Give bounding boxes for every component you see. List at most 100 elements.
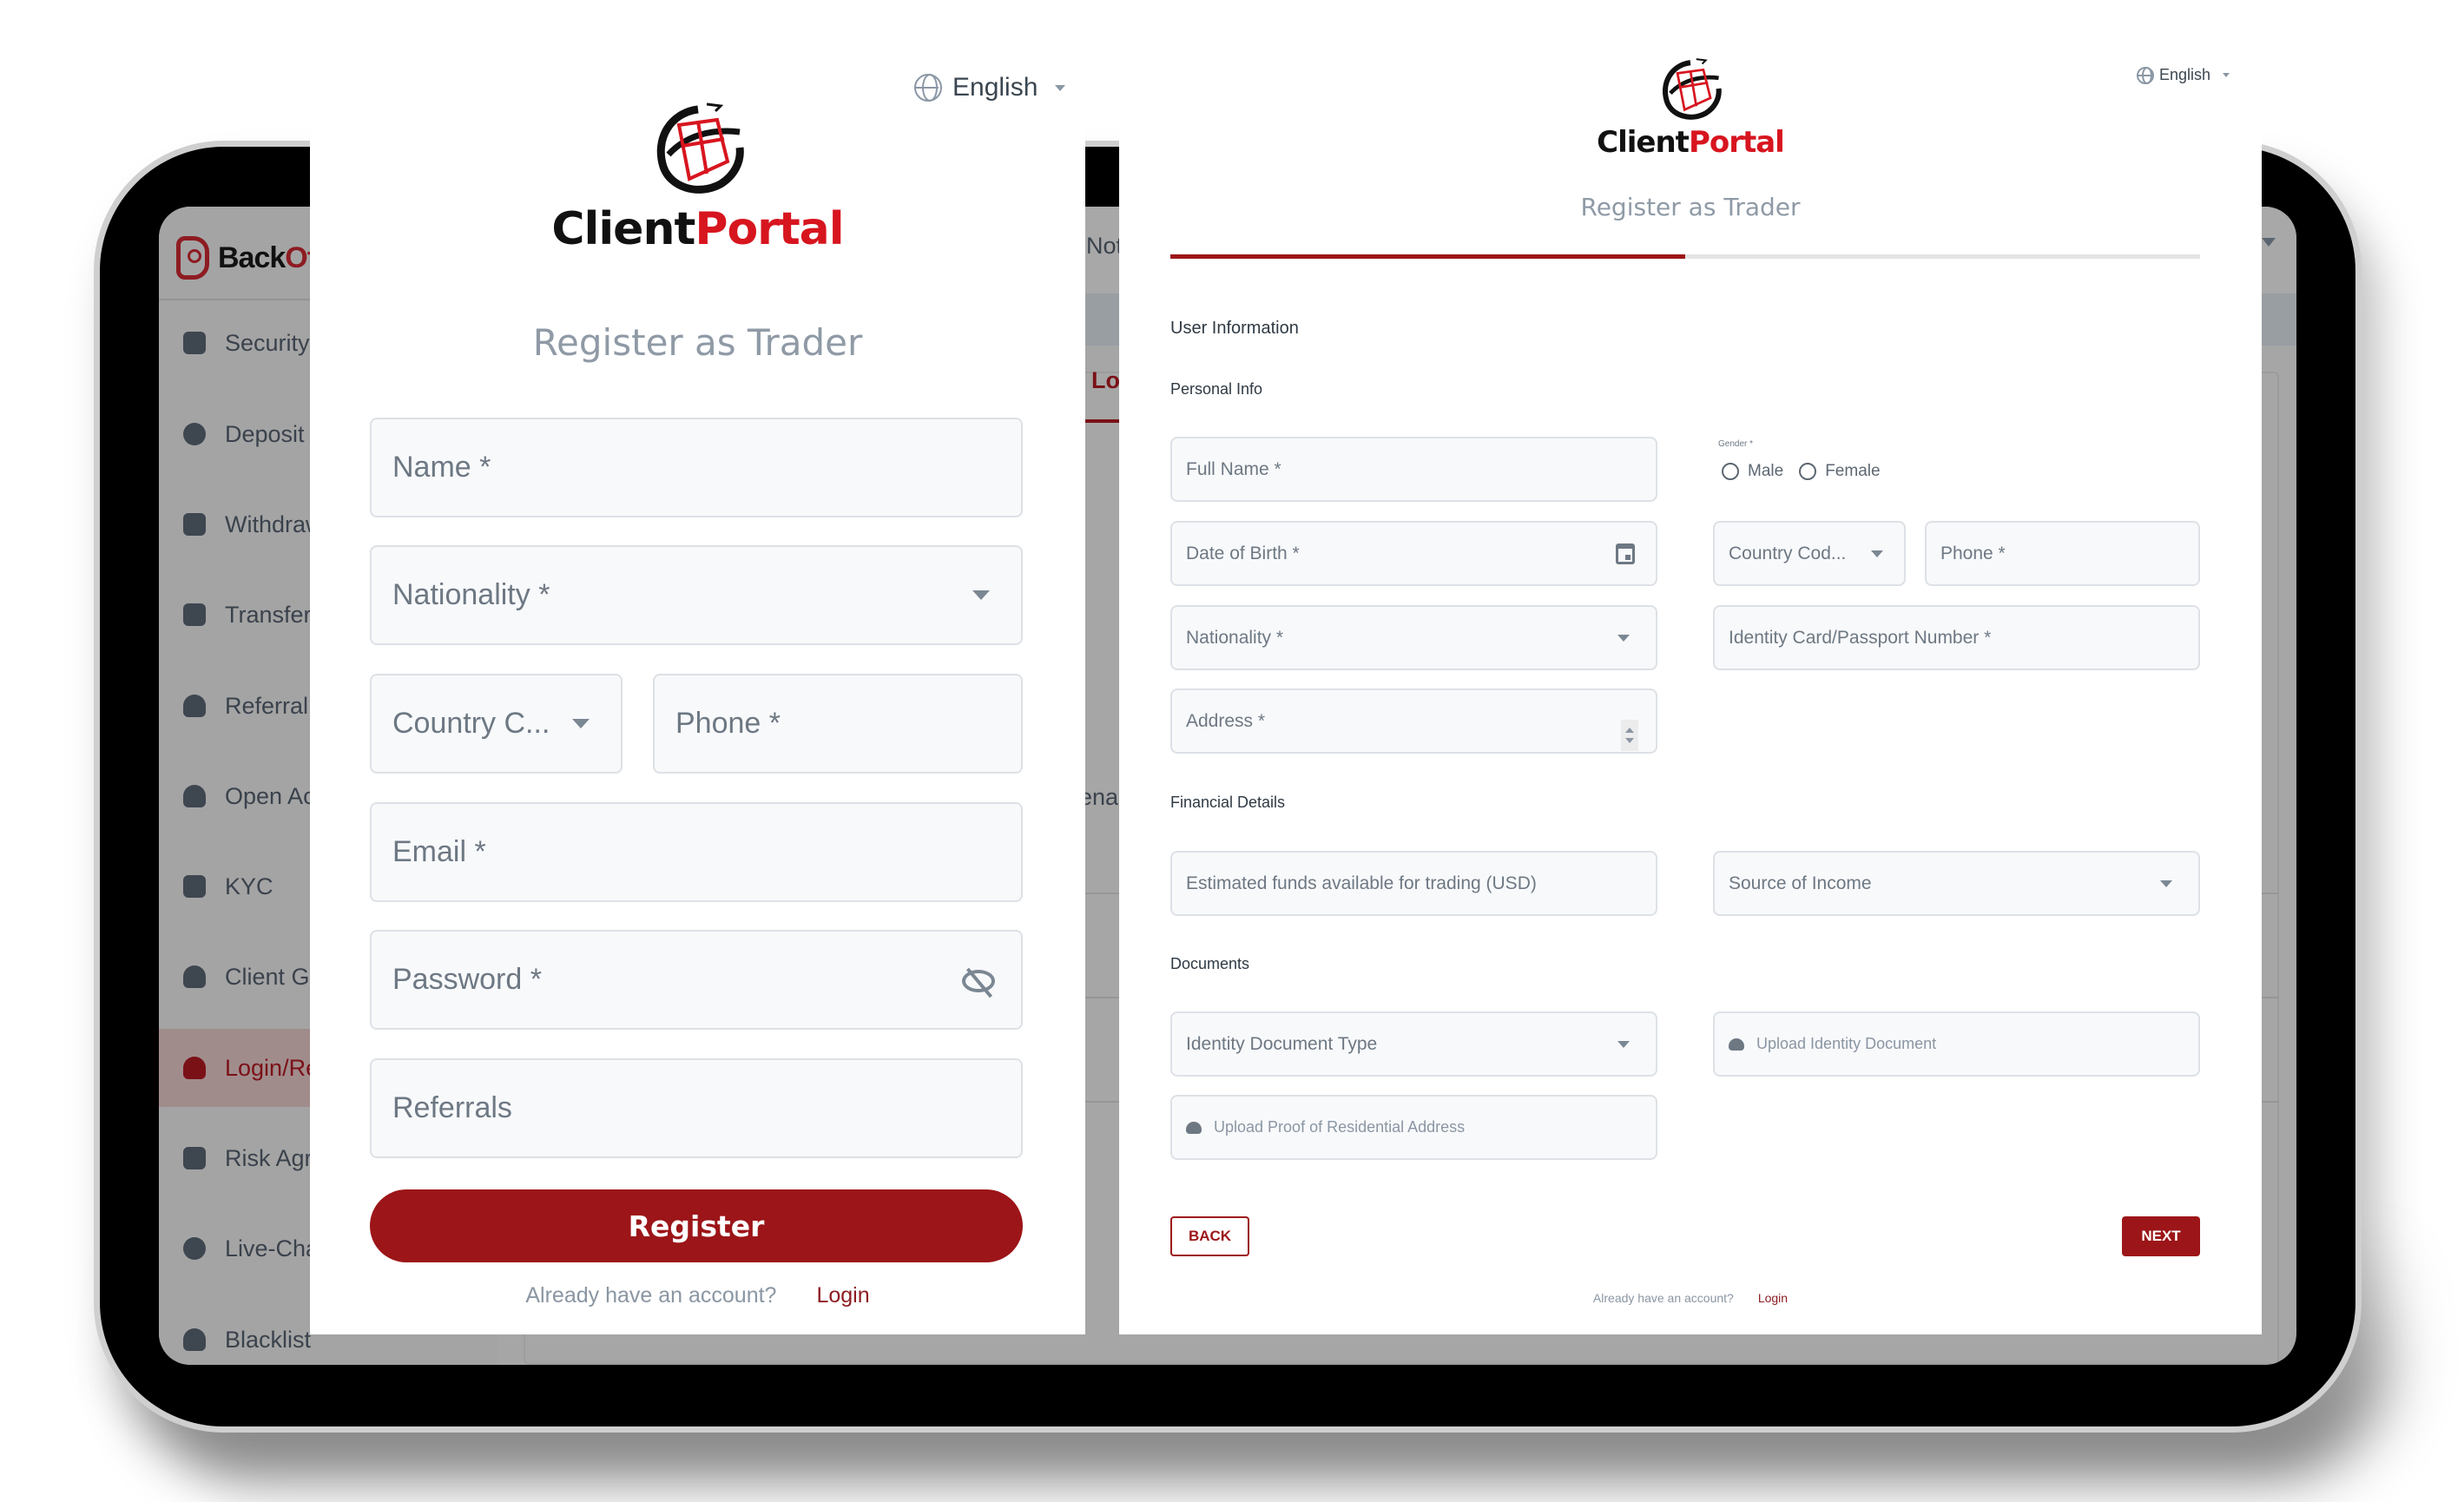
field-placeholder: Identity Card/Passport Number *: [1729, 627, 1992, 648]
shield-icon: [183, 332, 206, 354]
calendar-icon[interactable]: [1616, 543, 1635, 564]
back-button[interactable]: BACK: [1170, 1216, 1249, 1256]
backoffice-logo: BackOf: [176, 219, 317, 297]
gender-radio-group: Male Female: [1722, 462, 1881, 481]
group-icon: [183, 965, 206, 988]
field-placeholder: Referrals: [392, 1091, 512, 1124]
section-documents: Documents: [1170, 955, 1250, 972]
users-icon: [183, 695, 206, 717]
register-panel-simple: English ClientPortal Register as Trader …: [310, 0, 1085, 1334]
user-block-icon: [183, 1328, 206, 1351]
logo-text-accent: Portal: [1688, 125, 1785, 160]
chevron-down-icon: [2160, 879, 2172, 887]
globe-logo-icon: [1663, 58, 1722, 120]
nationality-select[interactable]: Nationality *: [1170, 605, 1657, 670]
radio-male-label[interactable]: Male: [1748, 462, 1783, 481]
phone-field[interactable]: Phone *: [653, 674, 1023, 774]
country-code-select[interactable]: Country Cod...: [1713, 521, 1906, 586]
step-progress-fill: [1170, 254, 1685, 259]
referrals-field[interactable]: Referrals: [370, 1058, 1023, 1158]
address-field[interactable]: Address *: [1170, 688, 1657, 754]
field-placeholder: Address *: [1186, 711, 1266, 731]
phone-field[interactable]: Phone *: [1925, 521, 2200, 586]
user-cog-icon: [183, 785, 206, 807]
name-field[interactable]: Name *: [370, 418, 1023, 517]
transfer-icon: [183, 603, 206, 626]
eye-off-icon[interactable]: [962, 970, 995, 992]
page-title: Register as Trader: [532, 321, 863, 364]
login-prompt: Already have an account? Login: [1119, 1291, 2262, 1305]
field-placeholder: Country C...: [392, 707, 550, 740]
field-placeholder: Nationality *: [1186, 627, 1284, 648]
password-field[interactable]: Password *: [370, 930, 1023, 1030]
chevron-down-icon: [2262, 238, 2276, 247]
register-panel-detailed: English ClientPortal Register as Trader …: [1119, 0, 2262, 1334]
upload-identity-document[interactable]: Upload Identity Document: [1713, 1011, 2200, 1077]
document-warning-icon: [183, 1147, 206, 1169]
field-placeholder: Password *: [392, 963, 542, 996]
section-financial-details: Financial Details: [1170, 794, 1286, 811]
wallet-icon: [183, 513, 206, 536]
identity-number-field[interactable]: Identity Card/Passport Number *: [1713, 605, 2200, 670]
date-of-birth-field[interactable]: Date of Birth *: [1170, 521, 1657, 586]
clientportal-logo: ClientPortal: [1119, 52, 2262, 160]
sidebar-item-label: KYC: [225, 873, 273, 899]
section-user-information: User Information: [1170, 319, 1299, 338]
next-button[interactable]: NEXT: [2122, 1216, 2200, 1256]
radio-female[interactable]: [1799, 463, 1817, 480]
radio-female-label[interactable]: Female: [1825, 462, 1880, 481]
upload-proof-of-address[interactable]: Upload Proof of Residential Address: [1170, 1095, 1657, 1160]
gender-label: Gender *: [1718, 439, 1754, 449]
email-field[interactable]: Email *: [370, 802, 1023, 902]
field-placeholder: Full Name *: [1186, 458, 1281, 479]
login-prompt: Already have an account? Login: [310, 1283, 1085, 1308]
login-link[interactable]: Login: [816, 1283, 869, 1308]
cloud-upload-icon: [1729, 1038, 1744, 1051]
resize-spinner-icon[interactable]: [1621, 720, 1638, 751]
register-button[interactable]: Register: [370, 1189, 1023, 1262]
logo-text: Back: [218, 240, 286, 274]
globe-logo-icon: [656, 102, 744, 194]
nationality-select[interactable]: Nationality *: [370, 545, 1023, 645]
source-of-income-select[interactable]: Source of Income: [1713, 851, 2200, 916]
page-title: Register as Trader: [1580, 193, 1801, 221]
logo-text: Client: [1597, 125, 1690, 160]
field-placeholder: Email *: [392, 835, 486, 868]
chevron-down-icon: [1617, 1040, 1630, 1048]
field-placeholder: Phone *: [675, 707, 781, 740]
country-code-select[interactable]: Country C...: [370, 674, 623, 774]
identity-document-type-select[interactable]: Identity Document Type: [1170, 1011, 1657, 1077]
field-placeholder: Nationality *: [392, 578, 550, 611]
user-cog-icon: [183, 1057, 206, 1079]
topbar-peek-text: Not: [1086, 233, 1123, 259]
field-placeholder: Name *: [392, 451, 491, 484]
full-name-field[interactable]: Full Name *: [1170, 437, 1657, 502]
field-placeholder: Estimated funds available for trading (U…: [1186, 873, 1537, 893]
chevron-down-icon: [1617, 634, 1630, 642]
cloud-upload-icon: [1186, 1121, 1202, 1134]
estimated-funds-field[interactable]: Estimated funds available for trading (U…: [1170, 851, 1657, 916]
money-bag-icon: [183, 423, 206, 445]
chevron-down-icon: [1055, 84, 1066, 91]
login-link[interactable]: Login: [1758, 1291, 1788, 1305]
radio-male[interactable]: [1722, 463, 1739, 480]
upload-label: Upload Identity Document: [1756, 1035, 1937, 1052]
sidebar-item-label: Blacklist: [225, 1326, 312, 1353]
login-prompt-text: Already have an account?: [1592, 1291, 1734, 1305]
upload-label: Upload Proof of Residential Address: [1214, 1118, 1466, 1136]
field-placeholder: Country Cod...: [1729, 543, 1847, 563]
field-placeholder: Identity Document Type: [1186, 1033, 1378, 1054]
field-placeholder: Date of Birth *: [1186, 543, 1300, 563]
chevron-down-icon: [1871, 550, 1883, 557]
logo-text: Client: [551, 203, 695, 255]
id-card-icon: [183, 875, 206, 898]
login-prompt-text: Already have an account?: [525, 1283, 777, 1308]
field-placeholder: Source of Income: [1729, 873, 1872, 893]
chevron-down-icon: [572, 719, 590, 728]
logo-text-accent: Portal: [695, 203, 844, 255]
chevron-down-icon: [972, 590, 990, 600]
field-placeholder: Phone *: [1940, 543, 2006, 563]
backoffice-logo-icon: [176, 236, 209, 280]
section-personal-info: Personal Info: [1170, 380, 1263, 398]
clientportal-logo: ClientPortal: [310, 94, 1085, 255]
